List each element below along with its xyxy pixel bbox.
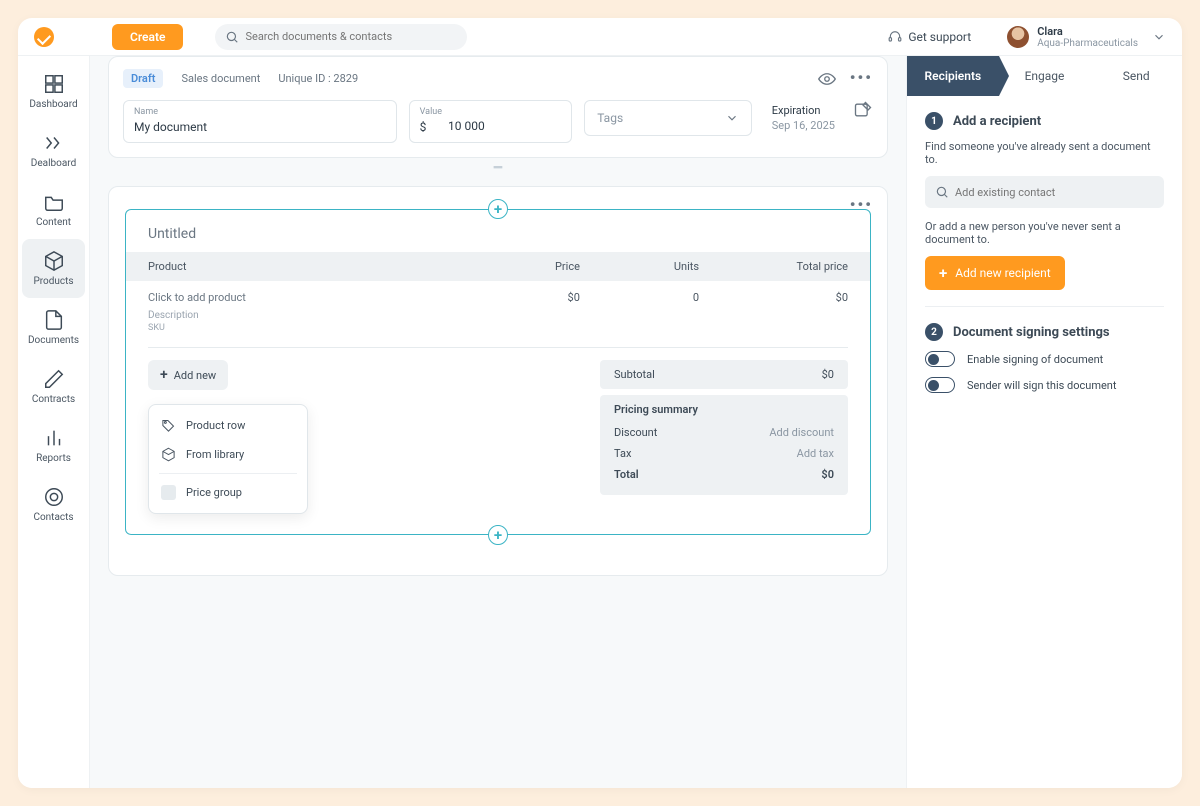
document-type: Sales document <box>181 72 260 85</box>
sidebar-item-dashboard[interactable]: Dashboard <box>18 62 89 121</box>
more-icon[interactable]: ••• <box>850 70 873 88</box>
status-badge: Draft <box>123 69 163 88</box>
pen-icon <box>43 368 65 390</box>
value-field[interactable]: Value $ 10 000 <box>409 100 573 143</box>
document-header: Draft Sales document Unique ID : 2829 ••… <box>108 56 888 158</box>
preview-icon[interactable] <box>818 70 836 88</box>
tags-dropdown[interactable]: Tags <box>584 100 752 136</box>
sidebar-item-contracts[interactable]: Contracts <box>18 357 89 416</box>
folder-icon <box>43 191 65 213</box>
toggle-sender-signs-label: Sender will sign this document <box>967 379 1116 392</box>
bars-icon <box>43 427 65 449</box>
table-row[interactable]: Click to add product $0 0 $0 <box>126 281 870 308</box>
box-icon <box>43 250 65 272</box>
pricing-summary: Pricing summary DiscountAdd discount Tax… <box>600 395 848 495</box>
search-icon <box>225 30 239 44</box>
tab-engage[interactable]: Engage <box>999 56 1091 96</box>
dealboard-icon <box>43 132 65 154</box>
toggle-enable-signing[interactable] <box>925 351 955 367</box>
add-tax-link[interactable]: Add tax <box>797 447 834 460</box>
search-icon <box>935 185 949 199</box>
opt-from-library[interactable]: From library <box>149 440 307 469</box>
user-menu[interactable]: Clara Aqua-Pharmaceuticals <box>1007 25 1166 49</box>
steps-nav: Recipients Engage Send <box>907 56 1182 96</box>
dashboard-icon <box>43 73 65 95</box>
opt-product-row[interactable]: Product row <box>149 411 307 440</box>
sidebar-item-documents[interactable]: Documents <box>18 298 89 357</box>
add-block-below[interactable]: + <box>488 525 508 545</box>
edit-expiration-icon[interactable] <box>853 100 873 120</box>
block-title[interactable]: Untitled <box>126 226 870 252</box>
name-field[interactable]: Name My document <box>123 100 397 143</box>
row-description[interactable]: Description <box>126 310 870 321</box>
target-icon <box>43 486 65 508</box>
sidebar-item-contacts[interactable]: Contacts <box>18 475 89 534</box>
tag-icon <box>161 418 176 433</box>
search-input[interactable] <box>245 30 457 43</box>
document-unique-id: Unique ID : 2829 <box>278 72 358 85</box>
sidebar-item-content[interactable]: Content <box>18 180 89 239</box>
user-company: Aqua-Pharmaceuticals <box>1037 38 1138 49</box>
headset-icon <box>888 30 902 44</box>
add-new-popover: Product row From library Price group <box>148 404 308 514</box>
sidebar-item-products[interactable]: Products <box>22 239 85 298</box>
section-signing-settings: 2Document signing settings <box>925 323 1164 341</box>
add-block-above[interactable]: + <box>488 199 508 219</box>
subtotal-row: Subtotal $0 <box>600 360 848 389</box>
resize-handle[interactable]: ━ <box>108 160 888 176</box>
section-add-recipient: 1Add a recipient <box>925 112 1164 130</box>
col-units: Units <box>580 260 699 273</box>
sidebar-item-reports[interactable]: Reports <box>18 416 89 475</box>
sidebar-item-dealboard[interactable]: Dealboard <box>18 121 89 180</box>
tab-recipients[interactable]: Recipients <box>907 56 999 96</box>
document-canvas: ••• + + Untitled Product Price Units Tot… <box>108 186 888 576</box>
col-total: Total price <box>699 260 848 273</box>
toggle-enable-signing-label: Enable signing of document <box>967 353 1103 366</box>
row-sku[interactable]: SKU <box>126 323 870 333</box>
section1-or: Or add a new person you've never sent a … <box>925 220 1164 246</box>
create-button[interactable]: Create <box>112 24 183 50</box>
add-new-button[interactable]: + Add new <box>148 360 228 390</box>
recipient-search-input[interactable] <box>955 186 1154 199</box>
user-name: Clara <box>1037 25 1138 38</box>
opt-price-group[interactable]: Price group <box>149 478 307 507</box>
product-table-block: + + Untitled Product Price Units Total p… <box>125 209 871 535</box>
section1-desc: Find someone you've already sent a docum… <box>925 140 1164 166</box>
toggle-sender-signs[interactable] <box>925 377 955 393</box>
side-nav: Dashboard Dealboard Content Products Doc… <box>18 56 90 788</box>
square-icon <box>161 485 176 500</box>
tab-send[interactable]: Send <box>1090 56 1182 96</box>
add-recipient-button[interactable]: + Add new recipient <box>925 256 1065 290</box>
chevron-down-icon <box>1152 30 1166 44</box>
cube-icon <box>161 447 176 462</box>
recipient-search[interactable] <box>925 176 1164 208</box>
avatar <box>1007 26 1029 48</box>
chevron-down-icon <box>725 111 739 125</box>
add-discount-link[interactable]: Add discount <box>769 426 834 439</box>
document-icon <box>43 309 65 331</box>
expiration-info: Expiration Sep 16, 2025 <box>764 100 841 132</box>
get-support-link[interactable]: Get support <box>888 30 971 44</box>
app-logo <box>34 27 54 47</box>
global-search[interactable] <box>215 24 467 50</box>
col-product: Product <box>148 260 461 273</box>
col-price: Price <box>461 260 580 273</box>
